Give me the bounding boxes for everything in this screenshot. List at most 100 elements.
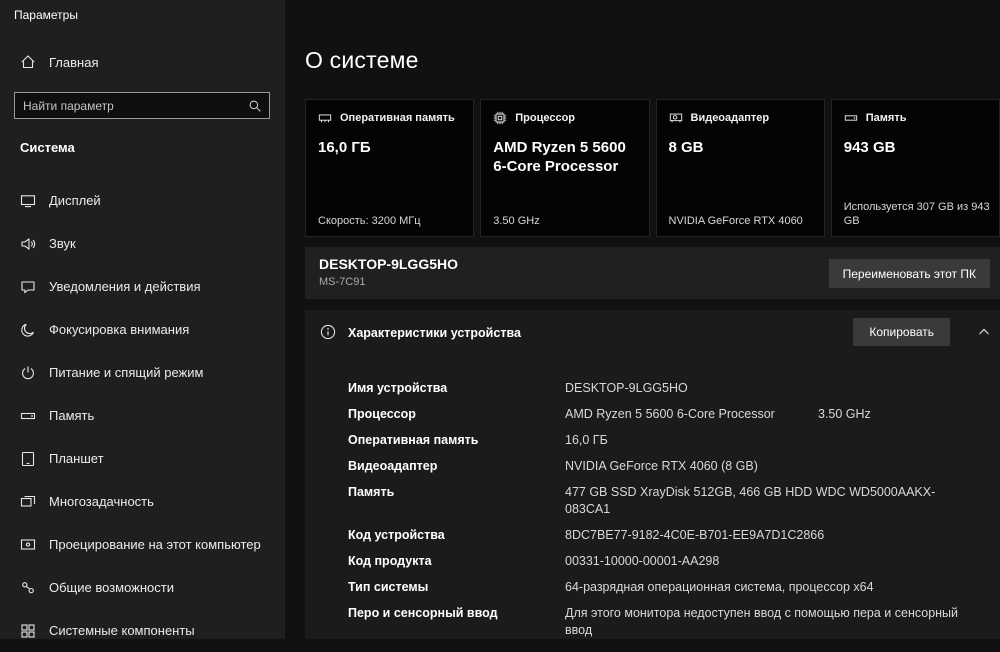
sidebar-item-label: Память: [49, 408, 94, 423]
spec-label: Память: [348, 484, 565, 518]
gpu-card: Видеоадаптер 8 GB NVIDIA GeForce RTX 406…: [656, 99, 825, 237]
sidebar-nav: Дисплей Звук Уведомления и действия Фоку…: [0, 179, 285, 652]
spec-label: Видеоадаптер: [348, 458, 565, 475]
focus-assist-moon-icon: [20, 322, 36, 338]
spec-value: 477 GB SSD XrayDisk 512GB, 466 GB HDD WD…: [565, 484, 980, 518]
card-label: Процессор: [515, 112, 575, 124]
card-footer: Скорость: 3200 МГц: [318, 214, 465, 228]
info-icon: [320, 324, 336, 340]
gpu-icon: [669, 111, 683, 125]
multitasking-icon: [20, 494, 36, 510]
spec-row-processor: Процессор AMD Ryzen 5 5600 6-Core Proces…: [348, 402, 980, 428]
system-summary-cards: Оперативная память 16,0 ГБ Скорость: 320…: [305, 99, 1000, 237]
card-label: Видеоадаптер: [691, 112, 770, 124]
specs-section-title: Характеристики устройства: [348, 326, 521, 340]
spec-table: Имя устройства DESKTOP-9LGG5HO Процессор…: [348, 376, 980, 644]
search-icon[interactable]: [241, 99, 269, 113]
spec-value: 8DC7BE77-9182-4C0E-B701-EE9A7D1C2866: [565, 527, 980, 544]
rename-pc-button[interactable]: Переименовать этот ПК: [829, 259, 990, 288]
processor-card: Процессор AMD Ryzen 5 5600 6-Core Proces…: [480, 99, 649, 237]
spec-value: NVIDIA GeForce RTX 4060 (8 GB): [565, 458, 980, 475]
spec-value-text: AMD Ryzen 5 5600 6-Core Processor: [565, 407, 775, 421]
card-label: Память: [866, 112, 907, 124]
sidebar-item-label: Многозадачность: [49, 494, 154, 509]
sidebar-item-power-sleep[interactable]: Питание и спящий режим: [0, 351, 285, 394]
ram-card: Оперативная память 16,0 ГБ Скорость: 320…: [305, 99, 474, 237]
display-icon: [20, 193, 36, 209]
sidebar-item-projecting[interactable]: Проецирование на этот компьютер: [0, 523, 285, 566]
device-model: MS-7C91: [319, 276, 365, 288]
shared-experiences-icon: [20, 580, 36, 596]
spec-row-ram: Оперативная память 16,0 ГБ: [348, 428, 980, 454]
card-value: 943 GB: [844, 138, 987, 157]
spec-value-extra: 3.50 GHz: [818, 406, 871, 423]
sidebar-section-title: Система: [20, 140, 75, 155]
sidebar-item-label: Дисплей: [49, 193, 101, 208]
about-system-page: О системе Оперативная память 16,0 ГБ Ско…: [285, 0, 1000, 639]
sidebar-item-notifications[interactable]: Уведомления и действия: [0, 265, 285, 308]
sidebar-item-tablet[interactable]: Планшет: [0, 437, 285, 480]
storage-card: Память 943 GB Используется 307 GB из 943…: [831, 99, 1000, 237]
cpu-icon: [493, 111, 507, 125]
spec-label: Тип системы: [348, 579, 565, 596]
card-value: AMD Ryzen 5 5600 6-Core Processor: [493, 138, 636, 176]
chevron-up-icon[interactable]: [976, 324, 992, 340]
spec-row-device-name: Имя устройства DESKTOP-9LGG5HO: [348, 376, 980, 402]
sidebar-item-storage[interactable]: Память: [0, 394, 285, 437]
spec-label: Перо и сенсорный ввод: [348, 605, 565, 639]
storage-drive-icon: [20, 408, 36, 424]
card-value: 8 GB: [669, 138, 812, 157]
card-footer: Используется 307 GB из 943 GB: [844, 200, 991, 228]
spec-value: AMD Ryzen 5 5600 6-Core Processor 3.50 GH…: [565, 406, 980, 423]
spec-row-gpu: Видеоадаптер NVIDIA GeForce RTX 4060 (8 …: [348, 454, 980, 480]
spec-value: 16,0 ГБ: [565, 432, 980, 449]
home-icon: [20, 54, 36, 70]
ram-icon: [318, 111, 332, 125]
spec-label: Имя устройства: [348, 380, 565, 397]
card-value: 16,0 ГБ: [318, 138, 461, 157]
sidebar-item-label: Питание и спящий режим: [49, 365, 203, 380]
spec-value: 00331-10000-00001-AA298: [565, 553, 980, 570]
sidebar-item-label: Системные компоненты: [49, 623, 195, 638]
sidebar-item-sound[interactable]: Звук: [0, 222, 285, 265]
spec-value: Для этого монитора недоступен ввод с пом…: [565, 605, 980, 639]
sidebar-item-focus-assist[interactable]: Фокусировка внимания: [0, 308, 285, 351]
sound-icon: [20, 236, 36, 252]
sidebar-item-shared-experiences[interactable]: Общие возможности: [0, 566, 285, 609]
sidebar-home-label: Главная: [49, 55, 98, 70]
projecting-icon: [20, 537, 36, 553]
sidebar-item-label: Уведомления и действия: [49, 279, 201, 294]
notifications-icon: [20, 279, 36, 295]
app-title: Параметры: [14, 8, 78, 22]
search-input[interactable]: [15, 99, 241, 113]
spec-row-system-type: Тип системы 64-разрядная операционная си…: [348, 575, 980, 601]
settings-sidebar: Параметры Главная Система Дисплей Звук: [0, 0, 285, 639]
card-footer: 3.50 GHz: [493, 214, 640, 228]
page-title: О системе: [305, 47, 419, 74]
card-footer: NVIDIA GeForce RTX 4060: [669, 214, 816, 228]
components-grid-icon: [20, 623, 36, 639]
sidebar-item-system-components[interactable]: Системные компоненты: [0, 609, 285, 652]
device-specifications-panel: Характеристики устройства Копировать Имя…: [305, 310, 1000, 639]
sidebar-item-label: Проецирование на этот компьютер: [49, 537, 261, 552]
device-name: DESKTOP-9LGG5HO: [319, 256, 458, 272]
sidebar-item-label: Общие возможности: [49, 580, 174, 595]
sidebar-item-home[interactable]: Главная: [20, 54, 98, 70]
spec-row-device-id: Код устройства 8DC7BE77-9182-4C0E-B701-E…: [348, 523, 980, 549]
spec-row-storage: Память 477 GB SSD XrayDisk 512GB, 466 GB…: [348, 480, 980, 523]
sidebar-item-label: Фокусировка внимания: [49, 322, 189, 337]
sidebar-item-multitasking[interactable]: Многозадачность: [0, 480, 285, 523]
spec-row-pen-touch: Перо и сенсорный ввод Для этого монитора…: [348, 601, 980, 644]
sidebar-item-label: Планшет: [49, 451, 104, 466]
spec-label: Оперативная память: [348, 432, 565, 449]
copy-button[interactable]: Копировать: [853, 318, 950, 346]
spec-label: Процессор: [348, 406, 565, 423]
spec-row-product-id: Код продукта 00331-10000-00001-AA298: [348, 549, 980, 575]
power-icon: [20, 365, 36, 381]
sidebar-item-label: Звук: [49, 236, 76, 251]
sidebar-item-display[interactable]: Дисплей: [0, 179, 285, 222]
spec-label: Код продукта: [348, 553, 565, 570]
tablet-icon: [20, 451, 36, 467]
spec-value: DESKTOP-9LGG5HO: [565, 380, 980, 397]
spec-value: 64-разрядная операционная система, проце…: [565, 579, 980, 596]
